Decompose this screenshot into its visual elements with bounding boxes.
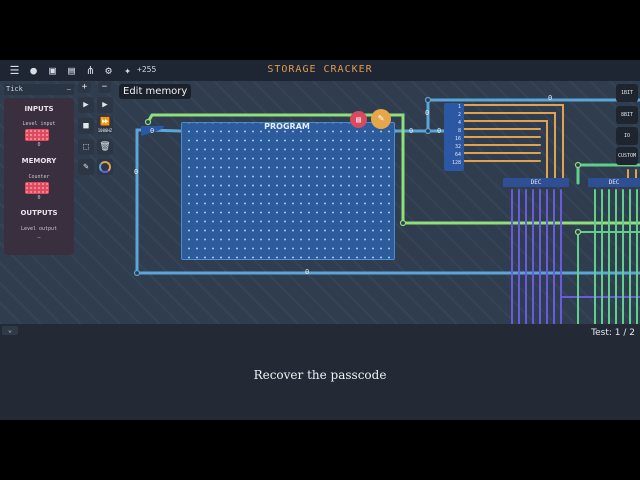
component-custom-button[interactable]: CUSTOM xyxy=(616,147,638,165)
decoder-2[interactable]: DEC xyxy=(588,178,640,187)
bits-in-label: 0 xyxy=(437,127,442,135)
edit-memory-button[interactable]: ✎ xyxy=(371,109,391,129)
inputs-sub: Level input xyxy=(22,121,56,127)
bit-label: 2 xyxy=(457,112,461,118)
bit-label: 16 xyxy=(454,136,461,142)
component-1bit-button[interactable]: 1BIT xyxy=(616,84,638,102)
program-component[interactable] xyxy=(181,122,395,260)
play-button[interactable]: ▶ xyxy=(97,97,113,113)
memory-sub: Counter xyxy=(28,174,50,180)
memory-value: 0 xyxy=(37,195,41,201)
bit-label: 1 xyxy=(457,104,461,110)
level-input-chip[interactable] xyxy=(25,129,49,141)
prog-in-label: 0 xyxy=(150,127,155,135)
test-counter: Test: 1 / 2 xyxy=(591,328,635,338)
orange-wires xyxy=(463,104,564,179)
edit-memory-tooltip: Edit memory xyxy=(119,84,192,99)
bit-label: 64 xyxy=(454,152,461,158)
zoom-out-button[interactable]: − xyxy=(98,82,111,93)
outputs-value: – xyxy=(37,235,41,241)
bit-label: 8 xyxy=(457,128,461,134)
bottom-wire-label: 0 xyxy=(305,268,310,276)
fast-forward-button[interactable]: ⏩ 1000HZ xyxy=(97,116,113,134)
bit-label: 4 xyxy=(457,120,461,126)
step-button[interactable]: ▶ xyxy=(78,97,94,113)
component-8bit-button[interactable]: 8BIT xyxy=(616,106,638,124)
decoder-1[interactable]: DEC xyxy=(503,178,569,187)
byte-splitter[interactable]: 1 2 4 8 16 32 64 128 xyxy=(444,103,464,171)
delete-button[interactable]: 🗑 xyxy=(97,139,113,155)
prog-out-label: 0 xyxy=(409,127,414,135)
inputs-value: 0 xyxy=(37,142,41,148)
tick-dropdown[interactable]: Tick – xyxy=(4,84,74,95)
memory-heading: MEMORY xyxy=(21,157,57,165)
stop-button[interactable]: ■ xyxy=(78,118,94,134)
memory-view-button[interactable]: ▤ xyxy=(350,111,367,128)
bit-label: 32 xyxy=(454,144,461,150)
outputs-sub: Level output xyxy=(20,226,58,232)
level-info-panel: ⌄ Test: 1 / 2 Recover the passcode xyxy=(0,324,640,420)
component-io-button[interactable]: IO xyxy=(616,127,638,145)
orange-wires-right xyxy=(627,169,637,179)
color-wheel-button[interactable] xyxy=(97,159,113,175)
outputs-heading: OUTPUTS xyxy=(20,209,58,217)
top-wire-label: 0 xyxy=(548,94,553,102)
zoom-in-button[interactable]: + xyxy=(78,82,91,93)
chevron-down-icon: – xyxy=(66,85,71,93)
level-panel: INPUTS Level input 0 MEMORY Counter 0 OU… xyxy=(4,98,74,255)
game-window: ☰ ● ▣ ▤ ⋔ ⚙ ✦ +255 STORAGE CRACKER Tick … xyxy=(0,60,640,420)
select-button[interactable]: ⬚ xyxy=(78,139,94,155)
fast-forward-icon: ⏩ xyxy=(100,117,110,126)
mid-wire-label: 0 xyxy=(425,109,430,117)
purple-wires xyxy=(511,189,640,325)
tick-value: Tick xyxy=(6,85,23,93)
inputs-heading: INPUTS xyxy=(24,105,54,113)
loop-wire-label: 0 xyxy=(134,168,139,176)
green-out-wires xyxy=(577,189,640,325)
counter-memory-chip[interactable] xyxy=(25,182,49,194)
fast-forward-label: 1000HZ xyxy=(97,128,113,133)
color-wheel-icon xyxy=(99,160,111,173)
collapse-button[interactable]: ⌄ xyxy=(2,326,18,335)
level-objective: Recover the passcode xyxy=(253,368,387,382)
bit-label: 128 xyxy=(451,160,461,166)
pencil-button[interactable]: ✎ xyxy=(78,159,94,175)
